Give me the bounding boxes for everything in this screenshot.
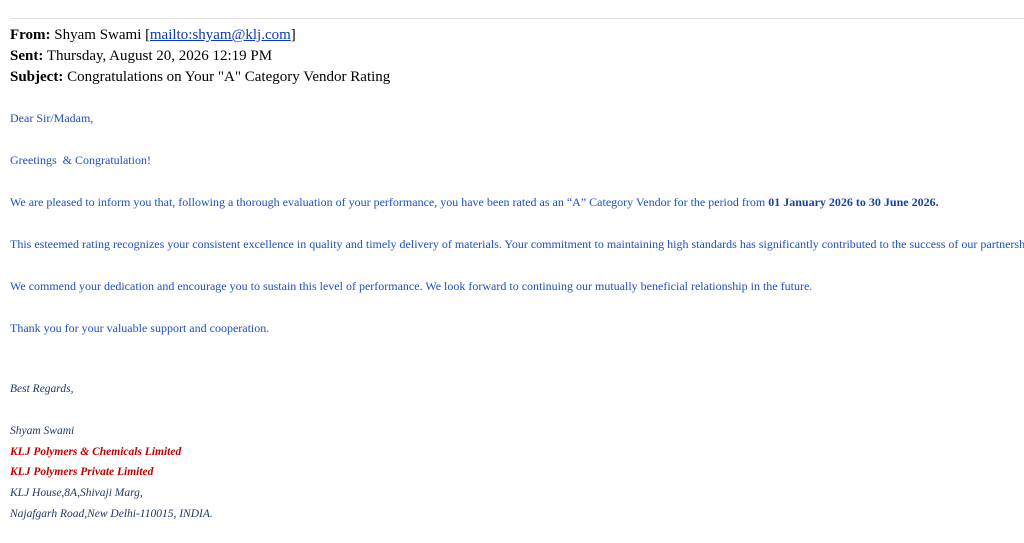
paragraph-rating: We are pleased to inform you that, follo… <box>10 195 1020 237</box>
sent-value: Thursday, August 20, 2026 12:19 PM <box>46 48 273 64</box>
from-bracket-close: ] <box>290 27 296 43</box>
paragraph-recognition: This esteemed rating recognizes your con… <box>10 237 1024 251</box>
greeting: Greetings & Congratulation! <box>10 153 151 167</box>
paragraph-rating-text: We are pleased to inform you that, follo… <box>10 195 766 209</box>
signature-address-2: Najafgarh Road,New Delhi-110015, INDIA. <box>10 507 213 520</box>
subject-value: Congratulations on Your "A" Category Ven… <box>67 69 391 85</box>
from-label: From: <box>10 27 51 43</box>
signature-name: Shyam Swami <box>10 425 75 437</box>
email-signature: Best Regards, Shyam Swami KLJ Polymers &… <box>10 382 213 527</box>
paragraph-commendation: We commend your dedication and encourage… <box>10 279 813 293</box>
signature-company-2: KLJ Polymers Private Limited <box>10 466 154 479</box>
email-header: From: Shyam Swami [ mailto:shyam@klj.com… <box>10 25 390 88</box>
email-body: Dear Sir/Madam, Greetings & Congratulati… <box>10 111 1024 363</box>
signature-company-1: KLJ Polymers & Chemicals Limited <box>10 445 182 458</box>
sent-line: Sent: Thursday, August 20, 2026 12:19 PM <box>10 46 390 67</box>
header-divider <box>10 18 1024 19</box>
signature-address-1: KLJ House,8A,Shivaji Marg, <box>10 487 143 500</box>
salutation: Dear Sir/Madam, <box>10 111 94 125</box>
paragraph-thanks: Thank you for your valuable support and … <box>10 321 270 335</box>
sender-email-link[interactable]: mailto:shyam@klj.com <box>150 27 291 43</box>
subject-label: Subject: <box>10 69 64 85</box>
rating-period: 01 January 2026 to 30 June 2026. <box>768 195 939 209</box>
subject-line: Subject: Congratulations on Your "A" Cat… <box>10 67 390 88</box>
from-line: From: Shyam Swami [ mailto:shyam@klj.com… <box>10 25 390 46</box>
from-name: Shyam Swami <box>54 27 142 43</box>
sent-label: Sent: <box>10 48 44 64</box>
signoff: Best Regards, <box>10 383 74 395</box>
